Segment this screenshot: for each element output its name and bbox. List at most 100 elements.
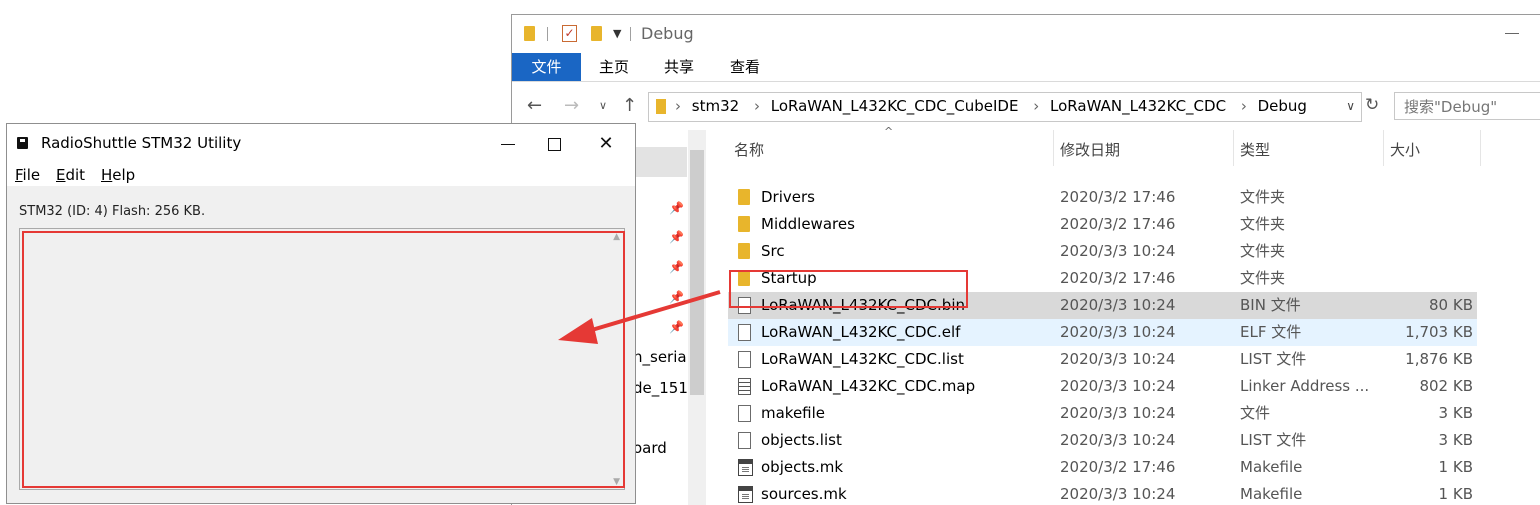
nav-item[interactable]: n_serial xyxy=(633,348,691,366)
column-divider[interactable] xyxy=(1480,130,1481,166)
tab-file[interactable]: 文件 xyxy=(512,53,581,81)
makefile-icon xyxy=(738,486,753,503)
file-row[interactable]: objects.list 2020/3/3 10:24 LIST 文件 3 KB xyxy=(728,427,1477,454)
minimize-button[interactable] xyxy=(1505,33,1519,34)
close-button[interactable]: ✕ xyxy=(583,130,629,158)
pin-icon[interactable]: 📌 xyxy=(669,230,684,244)
column-divider[interactable] xyxy=(1383,130,1384,166)
file-name: objects.list xyxy=(761,431,842,449)
breadcrumb-item[interactable]: LoRaWAN_L432KC_CDC xyxy=(1050,97,1226,115)
column-divider[interactable] xyxy=(1053,130,1054,166)
sort-ascending-icon: ^ xyxy=(884,125,894,138)
pin-icon[interactable]: 📌 xyxy=(669,201,684,215)
chevron-right-icon[interactable]: › xyxy=(675,97,681,115)
breadcrumb-item[interactable]: LoRaWAN_L432KC_CDC_CubeIDE xyxy=(771,97,1019,115)
breadcrumb: › stm32 › LoRaWAN_L432KC_CDC_CubeIDE › L… xyxy=(675,97,1307,115)
menu-help[interactable]: Help xyxy=(101,166,135,184)
file-name: LoRaWAN_L432KC_CDC.list xyxy=(761,350,964,368)
tab-view[interactable]: 查看 xyxy=(730,53,760,81)
file-date: 2020/3/3 10:24 xyxy=(1060,296,1176,314)
file-row[interactable]: makefile 2020/3/3 10:24 文件 3 KB xyxy=(728,400,1477,427)
file-size: 1 KB xyxy=(1438,485,1473,503)
floppy-disk-icon xyxy=(17,137,28,149)
file-type: ELF 文件 xyxy=(1240,323,1302,341)
minimize-button[interactable] xyxy=(485,130,531,158)
file-name: objects.mk xyxy=(761,458,844,476)
scrollbar-thumb[interactable] xyxy=(690,150,704,395)
navigation-bar: ← → ∨ ↑ › stm32 › LoRaWAN_L432KC_CDC_Cub… xyxy=(512,91,1540,123)
column-header-name[interactable]: 名称 xyxy=(734,135,764,165)
file-row[interactable]: Middlewares 2020/3/2 17:46 文件夹 xyxy=(728,211,1477,238)
file-row[interactable]: sources.mk 2020/3/3 10:24 Makefile 1 KB xyxy=(728,481,1477,505)
up-arrow-icon[interactable]: ↑ xyxy=(622,95,637,116)
address-bar[interactable]: › stm32 › LoRaWAN_L432KC_CDC_CubeIDE › L… xyxy=(648,92,1362,122)
pin-icon[interactable]: 📌 xyxy=(669,260,684,274)
device-status-label: STM32 (ID: 4) Flash: 256 KB. xyxy=(19,204,206,219)
folder-icon[interactable] xyxy=(524,26,535,41)
title-bar[interactable]: RadioShuttle STM32 Utility ✕ xyxy=(7,124,635,164)
column-header-type[interactable]: 类型 xyxy=(1240,135,1270,165)
file-icon xyxy=(738,432,751,449)
file-explorer-window: ✓ ▼ Debug 文件 主页 共享 查看 ← → ∨ ↑ › stm32 › … xyxy=(511,14,1540,505)
refresh-icon[interactable]: ↻ xyxy=(1365,95,1379,115)
file-row[interactable]: LoRaWAN_L432KC_CDC.elf 2020/3/3 10:24 ELF … xyxy=(728,319,1477,346)
file-type: LIST 文件 xyxy=(1240,431,1307,449)
file-row[interactable]: LoRaWAN_L432KC_CDC.map 2020/3/3 10:24 Link… xyxy=(728,373,1477,400)
file-type: 文件夹 xyxy=(1240,188,1286,206)
file-icon xyxy=(738,351,751,368)
file-date: 2020/3/3 10:24 xyxy=(1060,404,1176,422)
tab-share[interactable]: 共享 xyxy=(664,53,694,81)
file-type: Linker Address ... xyxy=(1240,377,1370,395)
file-date: 2020/3/2 17:46 xyxy=(1060,269,1176,287)
customize-toolbar-chevron-down-icon[interactable]: ▼ xyxy=(613,27,621,40)
divider xyxy=(512,81,1540,82)
folder-icon xyxy=(738,243,750,259)
column-header-size[interactable]: 大小 xyxy=(1390,135,1420,165)
folder-icon xyxy=(738,189,750,205)
nav-item[interactable]: oard xyxy=(633,439,667,457)
properties-icon[interactable]: ✓ xyxy=(562,25,577,42)
file-type: 文件夹 xyxy=(1240,215,1286,233)
file-date: 2020/3/2 17:46 xyxy=(1060,188,1176,206)
menu-edit[interactable]: Edit xyxy=(56,166,85,184)
file-list: ^ 名称 修改日期 类型 大小 Drivers 2020/3/2 17:46 文件夹… xyxy=(728,125,1540,505)
file-size: 1,703 KB xyxy=(1405,323,1473,341)
folder-icon xyxy=(738,216,750,232)
column-header-date[interactable]: 修改日期 xyxy=(1060,135,1120,165)
file-type: 文件夹 xyxy=(1240,242,1286,260)
nav-scrollbar[interactable] xyxy=(688,130,706,505)
tab-home[interactable]: 主页 xyxy=(599,53,629,81)
menu-bar: File Edit Help xyxy=(7,164,635,186)
breadcrumb-item[interactable]: stm32 xyxy=(692,97,739,115)
chevron-right-icon[interactable]: › xyxy=(1241,97,1247,115)
pin-icon[interactable]: 📌 xyxy=(669,320,684,334)
text-file-icon xyxy=(738,378,751,395)
new-folder-icon[interactable] xyxy=(591,26,602,41)
back-arrow-icon[interactable]: ← xyxy=(527,95,542,116)
maximize-button[interactable] xyxy=(531,130,577,158)
menu-file[interactable]: File xyxy=(15,166,40,184)
file-type: Makefile xyxy=(1240,485,1303,503)
address-history-chevron-down-icon[interactable]: ∨ xyxy=(1346,99,1355,113)
file-date: 2020/3/2 17:46 xyxy=(1060,215,1176,233)
highlight-box-bin-file xyxy=(729,270,968,308)
file-row[interactable]: LoRaWAN_L432KC_CDC.list 2020/3/3 10:24 LIS… xyxy=(728,346,1477,373)
column-divider[interactable] xyxy=(1233,130,1234,166)
breadcrumb-item[interactable]: Debug xyxy=(1258,97,1307,115)
pin-icon[interactable]: 📌 xyxy=(669,290,684,304)
file-row[interactable]: Drivers 2020/3/2 17:46 文件夹 xyxy=(728,184,1477,211)
chevron-right-icon[interactable]: › xyxy=(754,97,760,115)
file-type: 文件夹 xyxy=(1240,269,1286,287)
chevron-right-icon[interactable]: › xyxy=(1033,97,1039,115)
file-type: LIST 文件 xyxy=(1240,350,1307,368)
search-input[interactable]: 搜索"Debug" xyxy=(1394,92,1540,120)
file-name: Drivers xyxy=(761,188,815,206)
file-row[interactable]: objects.mk 2020/3/2 17:46 Makefile 1 KB xyxy=(728,454,1477,481)
file-size: 3 KB xyxy=(1438,431,1473,449)
file-row[interactable]: Src 2020/3/3 10:24 文件夹 xyxy=(728,238,1477,265)
recent-locations-chevron-down-icon[interactable]: ∨ xyxy=(599,99,607,112)
forward-arrow-icon[interactable]: → xyxy=(564,95,579,116)
file-date: 2020/3/3 10:24 xyxy=(1060,350,1176,368)
file-size: 1 KB xyxy=(1438,458,1473,476)
nav-item[interactable]: de_151 xyxy=(633,379,688,397)
